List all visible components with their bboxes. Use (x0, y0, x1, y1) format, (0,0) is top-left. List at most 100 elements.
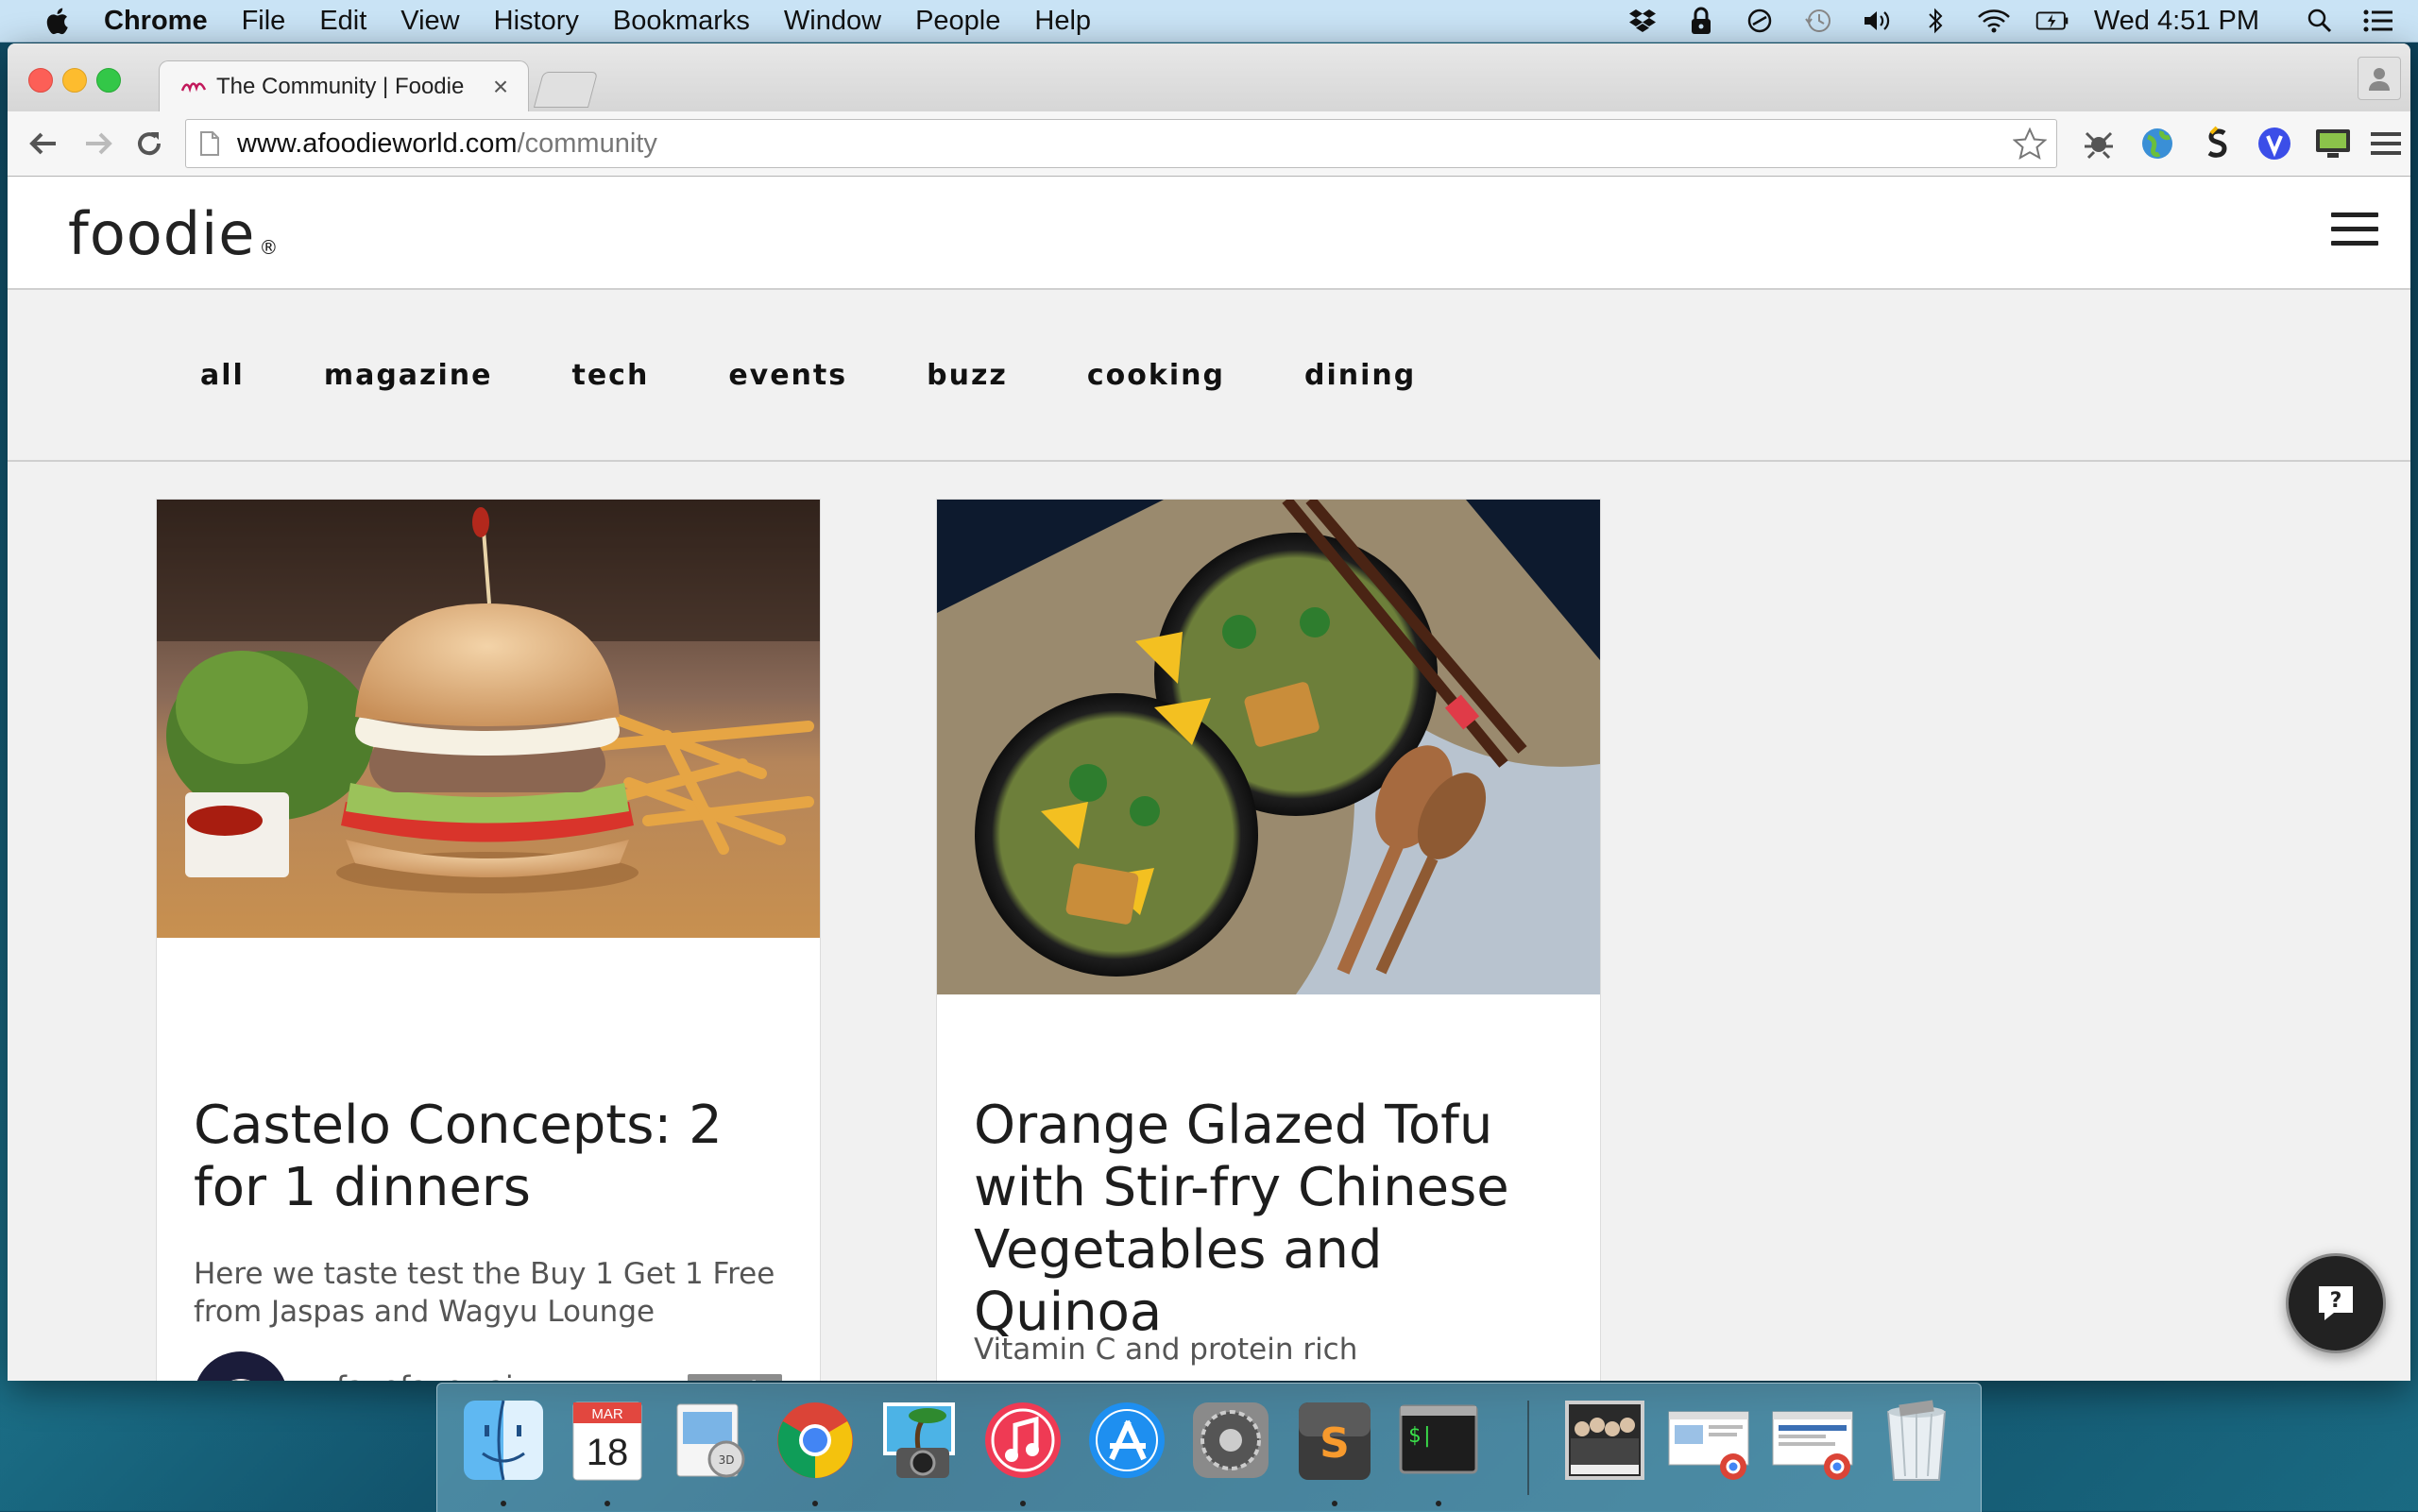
help-chat-button[interactable]: ? (2286, 1253, 2386, 1353)
tab-title: The Community | Foodie (216, 74, 465, 99)
author-name[interactable]: fayefayewai... (336, 1370, 541, 1381)
close-window-button[interactable] (28, 68, 53, 93)
forward-arrow-icon (86, 132, 112, 155)
extension-s-icon[interactable] (2195, 123, 2237, 164)
extension-monitor-icon[interactable] (2312, 123, 2354, 164)
apple-menu-icon[interactable] (38, 7, 76, 35)
dock-separator (1527, 1401, 1529, 1495)
iphoto-icon[interactable] (876, 1397, 962, 1484)
bluetooth-icon[interactable] (1918, 7, 1952, 35)
calendar-day: 18 (587, 1432, 629, 1473)
calendar-icon[interactable]: MAR 18 (564, 1397, 651, 1484)
foodie-logo[interactable]: foodie ® (68, 199, 279, 268)
address-bar[interactable]: www.afoodieworld.com/community (185, 119, 2057, 168)
logo-registered-mark: ® (259, 236, 280, 259)
menu-bar-line (2331, 227, 2378, 231)
back-button[interactable] (23, 123, 64, 164)
system-preferences-icon[interactable] (1187, 1397, 1274, 1484)
category-all[interactable]: all (200, 359, 245, 392)
menu-app-name[interactable]: Chrome (104, 6, 208, 37)
wifi-icon[interactable] (1977, 7, 2011, 35)
category-magazine[interactable]: magazine (324, 359, 493, 392)
url-path: /community (517, 127, 657, 159)
time-machine-icon[interactable] (1801, 7, 1835, 35)
itunes-icon[interactable] (979, 1397, 1066, 1484)
menu-edit[interactable]: Edit (319, 6, 366, 37)
menu-view[interactable]: View (400, 6, 459, 37)
preview-icon[interactable]: 3D (668, 1397, 755, 1484)
running-indicator (501, 1501, 506, 1506)
chrome-window-thumbnail-1[interactable] (1665, 1397, 1752, 1484)
category-buzz[interactable]: buzz (927, 359, 1008, 392)
site-menu-button[interactable] (2331, 212, 2378, 250)
reload-icon (138, 132, 162, 156)
menu-help[interactable]: Help (1034, 6, 1091, 37)
notification-center-icon[interactable] (2361, 7, 2395, 35)
sublime-text-icon[interactable]: S (1291, 1397, 1378, 1484)
author-avatar[interactable] (194, 1351, 288, 1381)
volume-icon[interactable] (1860, 7, 1894, 35)
zoom-window-button[interactable] (96, 68, 121, 93)
site-header: foodie ® (8, 177, 2410, 290)
article-card[interactable]: Castelo Concepts: 2 for 1 dinners Here w… (156, 499, 821, 1381)
category-dining[interactable]: dining (1304, 359, 1416, 392)
article-title[interactable]: Orange Glazed Tofu with Stir-fry Chinese… (974, 1095, 1559, 1344)
bookmark-star-icon[interactable] (2013, 127, 2047, 160)
menu-bar-line (2331, 241, 2378, 246)
terminal-icon[interactable]: $| (1395, 1397, 1482, 1484)
tab-community-foodie[interactable]: The Community | Foodie × (159, 60, 529, 112)
menu-bookmarks[interactable]: Bookmarks (613, 6, 750, 37)
profile-button[interactable] (2358, 57, 2401, 100)
extension-v-icon[interactable] (2254, 123, 2295, 164)
macos-menu-bar: Chrome File Edit View History Bookmarks … (0, 0, 2418, 42)
menu-window[interactable]: Window (784, 6, 881, 37)
extension-bug-icon[interactable] (2078, 123, 2120, 164)
svg-text:S: S (1320, 1419, 1350, 1468)
status-area: Wed 4:51 PM (1601, 0, 2395, 42)
page-icon (200, 131, 219, 156)
finder-icon[interactable] (460, 1397, 547, 1484)
person-icon (2369, 68, 2390, 91)
forward-button[interactable] (77, 123, 119, 164)
foodie-favicon-icon (180, 82, 207, 93)
burger-photo[interactable] (157, 500, 820, 938)
tofu-bowls-photo[interactable] (937, 500, 1600, 994)
midnight-memories-album-icon[interactable] (1561, 1397, 1648, 1484)
article-title[interactable]: Castelo Concepts: 2 for 1 dinners (194, 1095, 779, 1219)
logo-text: foodie (68, 199, 256, 268)
svg-text:$|: $| (1408, 1424, 1434, 1448)
article-card[interactable]: Orange Glazed Tofu with Stir-fry Chinese… (936, 499, 1601, 1381)
page-viewport: foodie ® all magazine tech events buzz co… (8, 177, 2410, 1381)
category-tech[interactable]: tech (571, 359, 649, 392)
browser-toolbar: www.afoodieworld.com/community (8, 111, 2410, 177)
spotlight-icon[interactable] (2303, 7, 2337, 35)
category-events[interactable]: events (728, 359, 847, 392)
new-tab-button[interactable] (533, 72, 599, 108)
menu-history[interactable]: History (494, 6, 579, 37)
menu-people[interactable]: People (915, 6, 1000, 37)
battery-icon[interactable] (2035, 7, 2069, 35)
app-store-icon[interactable] (1083, 1397, 1170, 1484)
running-indicator (1020, 1501, 1026, 1506)
category-cooking[interactable]: cooking (1087, 359, 1225, 392)
close-tab-icon[interactable]: × (486, 72, 515, 102)
chrome-menu-button[interactable] (2365, 123, 2407, 164)
article-description: Vitamin C and protein rich (974, 1333, 1358, 1367)
do-not-disturb-icon[interactable] (1743, 7, 1777, 35)
menubar-clock[interactable]: Wed 4:51 PM (2094, 6, 2259, 37)
trash-icon[interactable] (1873, 1397, 1960, 1484)
menu-file[interactable]: File (242, 6, 286, 37)
calendar-month: MAR (591, 1406, 623, 1422)
chrome-icon[interactable] (772, 1397, 859, 1484)
minimize-window-button[interactable] (62, 68, 87, 93)
article-description: Here we taste test the Buy 1 Get 1 Free … (194, 1257, 775, 1329)
running-indicator (1436, 1501, 1441, 1506)
reload-button[interactable] (128, 123, 170, 164)
lock-icon[interactable] (1684, 7, 1718, 35)
extension-globe-icon[interactable] (2137, 123, 2178, 164)
menu-bar-line (2331, 212, 2378, 217)
chrome-window-thumbnail-2[interactable] (1769, 1397, 1856, 1484)
category-tag[interactable]: events (688, 1374, 782, 1381)
url-host: www.afoodieworld.com (237, 127, 518, 159)
dropbox-icon[interactable] (1626, 7, 1660, 35)
